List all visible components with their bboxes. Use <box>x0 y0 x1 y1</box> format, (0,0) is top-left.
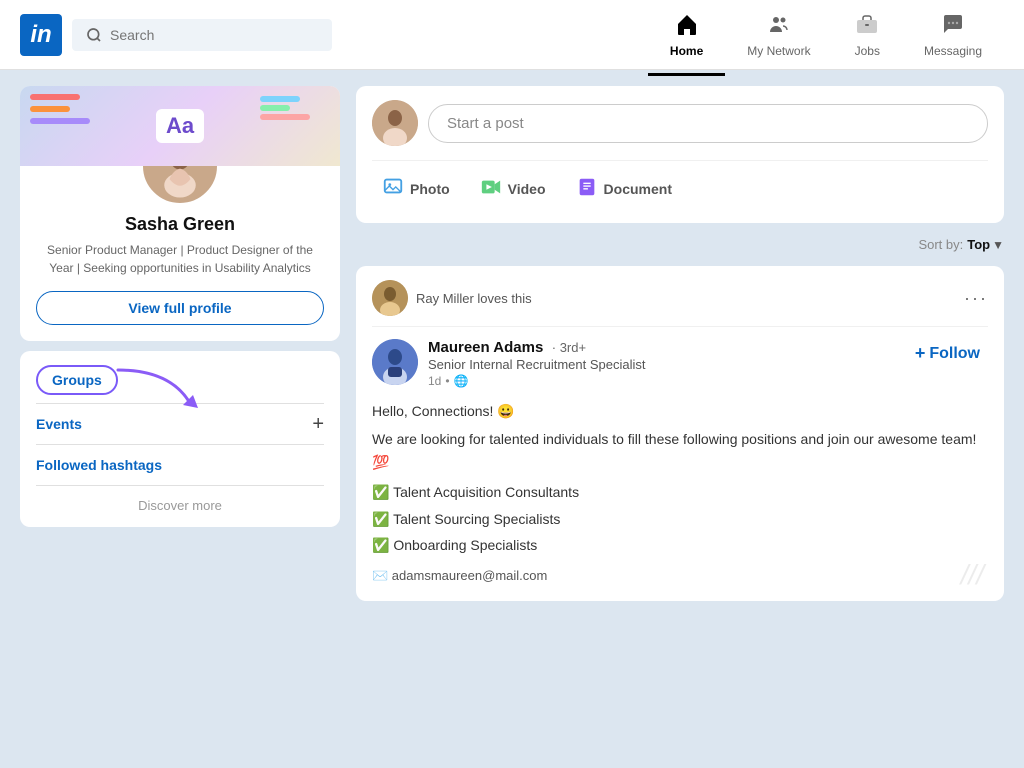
search-icon <box>86 27 102 43</box>
plus-button[interactable]: + <box>312 414 324 434</box>
author-avatar-img <box>372 339 418 385</box>
post-more-options[interactable]: ··· <box>964 288 988 309</box>
main-content: Aa <box>0 70 1024 768</box>
messaging-icon <box>941 12 965 42</box>
sort-label: Sort by: <box>918 237 963 252</box>
profile-card: Aa <box>20 86 340 341</box>
linkedin-logo: in <box>20 14 62 56</box>
author-title: Senior Internal Recruitment Specialist <box>428 357 897 372</box>
nav-my-network-label: My Network <box>747 44 810 58</box>
post-content: Hello, Connections! 😀 We are looking for… <box>372 400 988 587</box>
groups-container: Groups <box>36 365 118 395</box>
banner-right-decor <box>260 96 310 120</box>
groups-link[interactable]: Groups <box>36 365 118 395</box>
events-row: Events + <box>36 408 324 440</box>
jobs-icon <box>855 12 879 42</box>
list-item-2: ✅ Talent Sourcing Specialists <box>372 506 988 532</box>
composer-user-avatar <box>372 100 418 146</box>
nav-messaging[interactable]: Messaging <box>902 6 1004 64</box>
sidebar-divider-3 <box>36 485 324 486</box>
loved-by-avatar <box>372 280 408 316</box>
post-list: ✅ Talent Acquisition Consultants ✅ Talen… <box>372 479 988 558</box>
photo-icon <box>382 175 404 203</box>
profile-name: Sasha Green <box>20 214 340 235</box>
sidebar-divider-1 <box>36 403 324 404</box>
author-info: Maureen Adams · 3rd+ Senior Internal Rec… <box>428 339 897 388</box>
loved-by-text: Ray Miller loves this <box>416 291 532 306</box>
follow-button[interactable]: + Follow <box>907 339 988 368</box>
video-action[interactable]: Video <box>470 169 556 209</box>
banner-decoration <box>30 94 90 124</box>
composer-top-row: Start a post <box>372 100 988 146</box>
author-degree: · 3rd+ <box>552 340 586 355</box>
my-network-icon <box>767 12 791 42</box>
document-action[interactable]: Document <box>566 169 682 209</box>
meta-dot: • <box>445 374 449 388</box>
post-visibility-icon: 🌐 <box>454 374 469 388</box>
post-email: ✉️ adamsmaureen@mail.com <box>372 566 988 587</box>
followed-hashtags-link[interactable]: Followed hashtags <box>36 449 324 481</box>
sidebar-divider-2 <box>36 444 324 445</box>
sort-value[interactable]: Top <box>967 237 990 252</box>
author-meta: 1d • 🌐 <box>428 374 897 388</box>
follow-label: Follow <box>929 345 980 363</box>
events-link[interactable]: Events <box>36 408 324 440</box>
nav-jobs-label: Jobs <box>855 44 880 58</box>
profile-banner: Aa <box>20 86 340 166</box>
view-profile-button[interactable]: View full profile <box>36 291 324 325</box>
post-loved-by: Ray Miller loves this ··· <box>372 280 988 327</box>
author-avatar <box>372 339 418 385</box>
post-line-2: We are looking for talented individuals … <box>372 428 988 473</box>
composer-actions: Photo Video Document <box>372 160 988 209</box>
sort-bar: Sort by: Top ▼ <box>356 233 1004 256</box>
top-nav: Home My Network Jobs Messaging <box>648 6 1004 64</box>
post-line-1: Hello, Connections! 😀 <box>372 400 988 422</box>
nav-my-network[interactable]: My Network <box>725 6 832 64</box>
list-item-1: ✅ Talent Acquisition Consultants <box>372 479 988 505</box>
post-card: Ray Miller loves this ··· Maureen Adams <box>356 266 1004 601</box>
search-input[interactable] <box>110 27 310 43</box>
list-item-3: ✅ Onboarding Specialists <box>372 532 988 558</box>
nav-jobs[interactable]: Jobs <box>833 6 902 64</box>
post-composer: Start a post Photo Video <box>356 86 1004 223</box>
nav-home[interactable]: Home <box>648 6 725 64</box>
sort-dropdown-icon[interactable]: ▼ <box>992 238 1004 252</box>
author-name[interactable]: Maureen Adams <box>428 339 543 356</box>
author-name-row: Maureen Adams · 3rd+ <box>428 339 897 357</box>
post-author-row: Maureen Adams · 3rd+ Senior Internal Rec… <box>372 339 988 388</box>
photo-label: Photo <box>410 181 450 197</box>
post-timestamp: 1d <box>428 374 441 388</box>
photo-action[interactable]: Photo <box>372 169 460 209</box>
header: in Home My Network Jobs <box>0 0 1024 70</box>
follow-plus-icon: + <box>915 343 926 364</box>
start-post-input[interactable]: Start a post <box>428 104 988 143</box>
search-bar[interactable] <box>72 19 332 51</box>
nav-home-label: Home <box>670 44 703 58</box>
left-sidebar: Aa <box>20 86 340 752</box>
linkedin-logo-text: in <box>30 21 51 49</box>
document-icon <box>576 176 598 203</box>
video-label: Video <box>508 181 546 197</box>
sidebar-links-card: Groups Events + Followed hashtags Discov… <box>20 351 340 527</box>
feed: Start a post Photo Video <box>356 86 1004 752</box>
loved-by-avatar-img <box>372 280 408 316</box>
discover-more-link[interactable]: Discover more <box>36 490 324 513</box>
video-icon <box>480 176 502 203</box>
document-label: Document <box>604 181 672 197</box>
banner-aa-text: Aa <box>156 109 204 143</box>
profile-title: Senior Product Manager | Product Designe… <box>20 235 340 277</box>
composer-avatar-image <box>372 100 418 146</box>
home-icon <box>675 12 699 42</box>
nav-messaging-label: Messaging <box>924 44 982 58</box>
